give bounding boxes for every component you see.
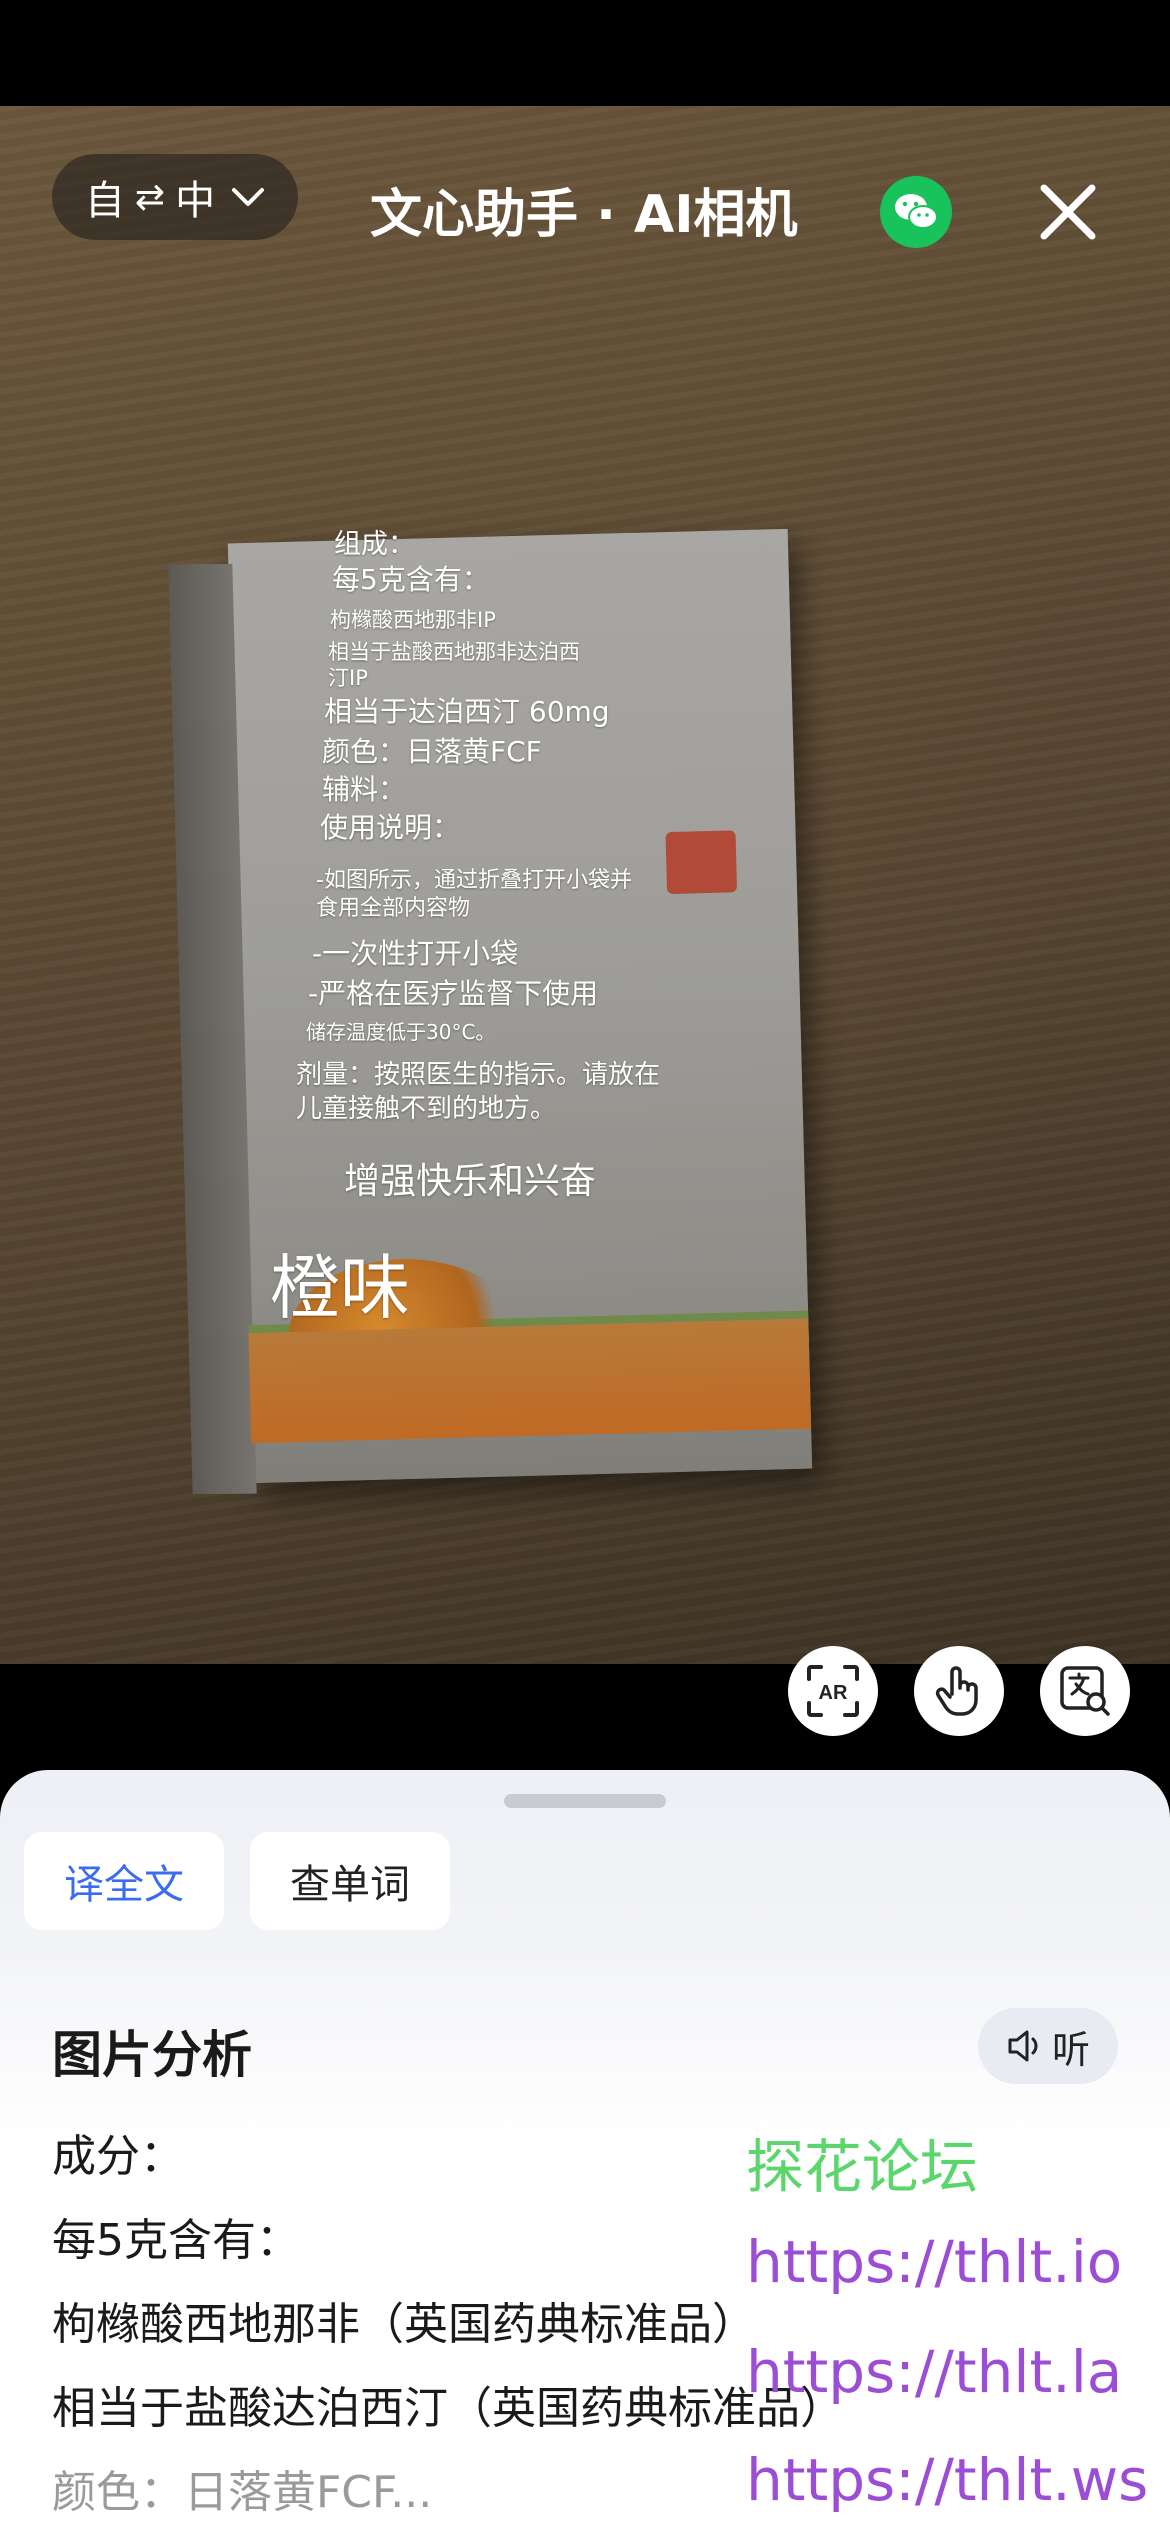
ar-mode-button[interactable]: AR (788, 1646, 878, 1736)
drag-handle[interactable] (504, 1794, 666, 1808)
watermark-url: https://thlt.io (746, 2228, 1123, 2296)
overlay-line: 汀IP (328, 666, 368, 690)
overlay-line: 每5克含有： (332, 563, 490, 596)
close-button[interactable] (1030, 174, 1106, 250)
hand-pointer-icon (935, 1666, 978, 1716)
watermark-forum: 探花论坛 (746, 2133, 979, 2201)
translate-search-icon (1060, 1666, 1110, 1716)
camera-top-bar: 自 ⇄ 中 文心助手 · AI相机 (0, 150, 1170, 270)
overlay-line: 橙味 (270, 1247, 410, 1329)
result-sheet: 译全文 查单词 图片分析 听 成分： 每5克含有： 枸橼酸西地那非（英国药典标准… (0, 1770, 1170, 2532)
ar-scan-icon: AR (807, 1665, 859, 1717)
source-language: 自 (84, 178, 125, 224)
translate-search-button[interactable] (1040, 1646, 1130, 1736)
overlay-line: -一次性打开小袋 (312, 937, 519, 970)
status-bar (0, 0, 1170, 106)
product-band (248, 1318, 812, 1444)
lookup-word-button[interactable]: 查单词 (250, 1832, 450, 1930)
camera-view[interactable]: 组成： 每5克含有： 枸橼酸西地那非IP 相当于盐酸西地那非达泊西 汀IP 相当… (0, 106, 1170, 1664)
overlay-line: 组成： (334, 529, 415, 560)
product-logo (665, 830, 738, 895)
speaker-icon (1008, 2030, 1038, 2062)
overlay-line: 相当于达泊西汀 60mg (324, 695, 610, 728)
overlay-line: 使用说明： (320, 811, 461, 844)
listen-button[interactable]: 听 (978, 2008, 1118, 2084)
result-line-truncated: 颜色：日落黄FCF... (52, 2467, 433, 2518)
overlay-line: -严格在医疗监督下使用 (308, 977, 599, 1010)
wechat-icon (895, 194, 938, 229)
listen-label: 听 (1051, 2027, 1090, 2072)
overlay-line: 增强快乐和兴奋 (344, 1161, 597, 1202)
section-title: 图片分析 (52, 2026, 252, 2084)
result-line: 相当于盐酸达泊西汀（英国药典标准品） (52, 2383, 844, 2434)
target-language: 中 (175, 178, 216, 224)
result-line: 每5克含有： (52, 2215, 300, 2266)
translate-full-text-button[interactable]: 译全文 (24, 1832, 224, 1930)
overlay-line: 颜色：日落黄FCF (322, 735, 542, 768)
overlay-line: 食用全部内容物 (316, 896, 471, 921)
ar-text: AR (819, 1682, 848, 1704)
overlay-line: 储存温度低于30°C。 (306, 1020, 496, 1044)
swap-icon: ⇄ (134, 176, 166, 218)
overlay-line: 枸橼酸西地那非IP (330, 608, 496, 632)
overlay-line: 辅料： (322, 773, 407, 806)
watermark-url: https://thlt.ws (746, 2446, 1149, 2514)
wechat-share-button[interactable] (880, 176, 952, 248)
overlay-line: 剂量：按照医生的指示。请放在 (296, 1060, 661, 1090)
tap-select-button[interactable] (914, 1646, 1004, 1736)
result-line: 枸橼酸西地那非（英国药典标准品） (52, 2299, 756, 2350)
result-line: 成分： (52, 2131, 184, 2182)
watermark-url: https://thlt.la (746, 2338, 1123, 2406)
close-icon (1040, 184, 1096, 240)
chevron-down-icon (232, 188, 265, 206)
page-title: 文心助手 · AI相机 (370, 185, 798, 245)
language-switch[interactable]: 自 ⇄ 中 (52, 154, 298, 240)
overlay-line: 儿童接触不到的地方。 (296, 1094, 557, 1124)
